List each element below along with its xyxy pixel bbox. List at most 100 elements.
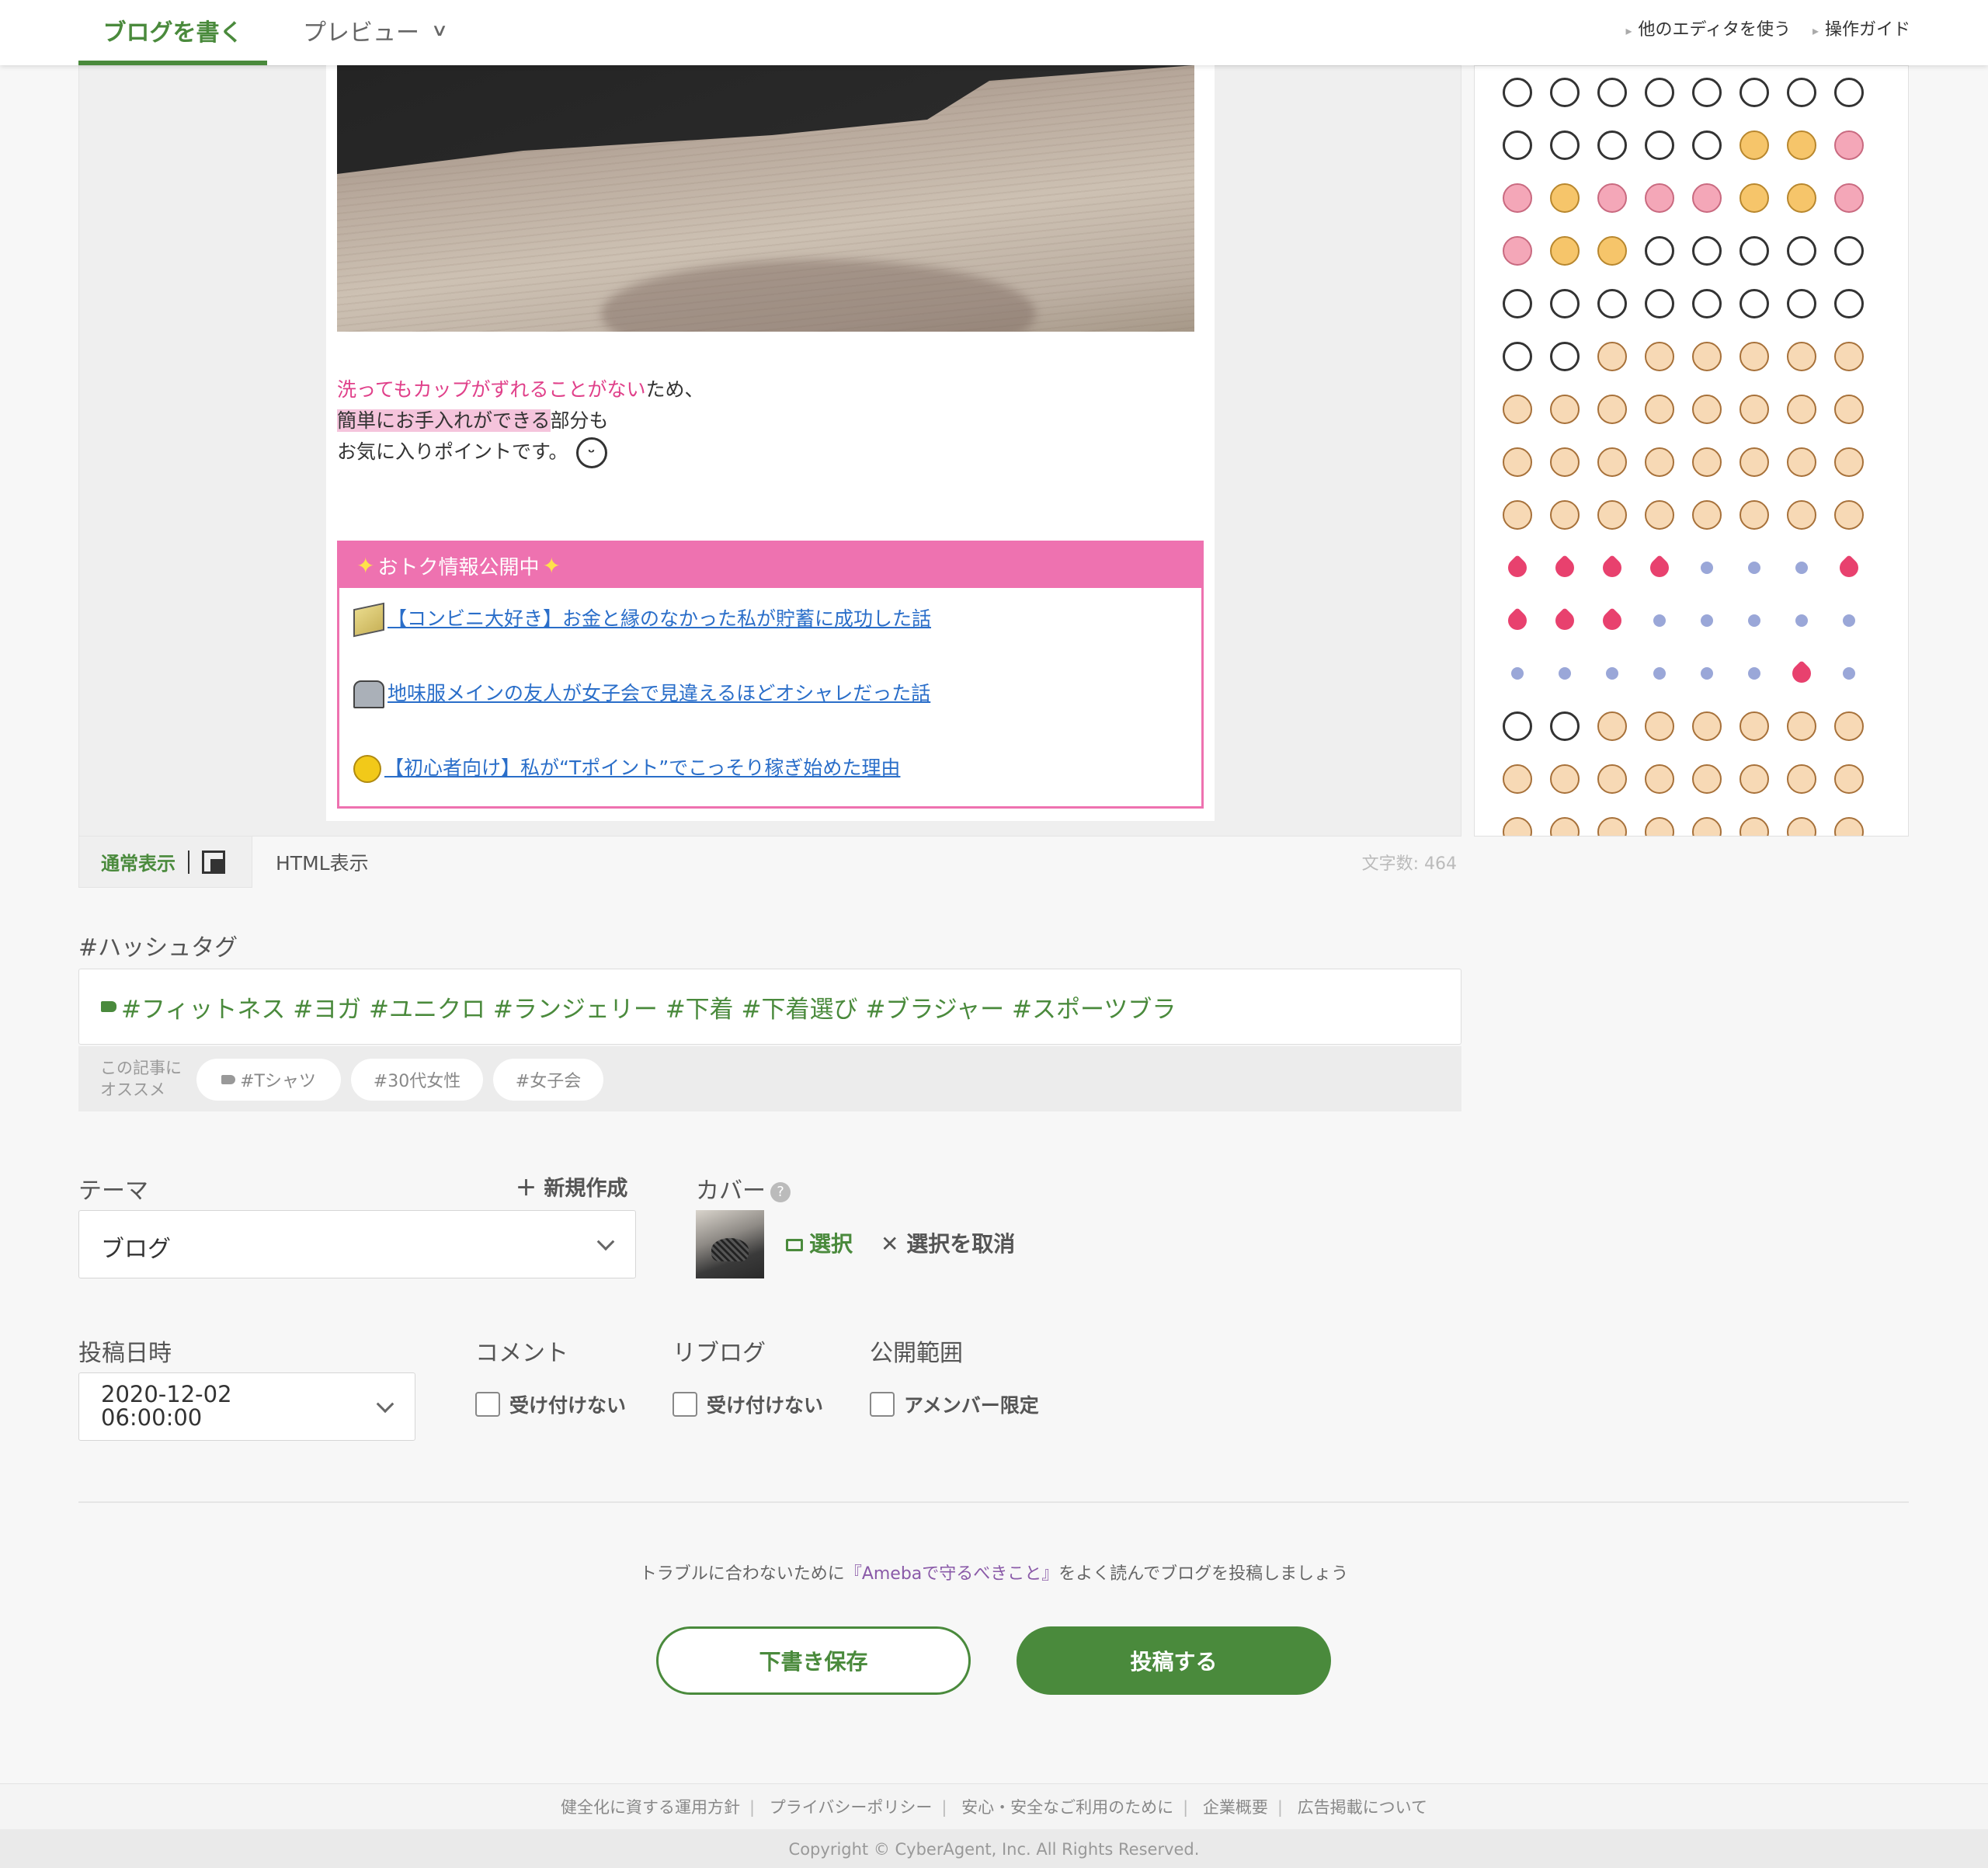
emoji-option-icon[interactable]: [1683, 436, 1730, 489]
emoji-option-icon[interactable]: [1825, 594, 1872, 647]
emoji-option-icon[interactable]: [1730, 594, 1778, 647]
emoji-option-icon[interactable]: [1683, 805, 1730, 836]
emoji-option-icon[interactable]: [1493, 224, 1541, 277]
emoji-option-icon[interactable]: [1635, 224, 1683, 277]
promo-link-1[interactable]: 【コンビニ大好き】お金と縁のなかった私が貯蓄に成功した話: [353, 602, 931, 638]
emoji-option-icon[interactable]: [1778, 119, 1825, 172]
emoji-option-icon[interactable]: [1778, 541, 1825, 594]
emoji-option-icon[interactable]: [1493, 66, 1541, 119]
other-editor-link[interactable]: 他のエディタを使う: [1625, 16, 1790, 40]
emoji-option-icon[interactable]: [1588, 172, 1635, 224]
emoji-option-icon[interactable]: [1683, 594, 1730, 647]
promo-link-2[interactable]: 地味服メインの友人が女子会で見違えるほどオシャレだった話: [353, 678, 930, 708]
emoji-option-icon[interactable]: [1778, 66, 1825, 119]
emoji-option-icon[interactable]: [1588, 383, 1635, 436]
footer-link[interactable]: 企業概要: [1203, 1798, 1268, 1817]
emoji-option-icon[interactable]: [1588, 224, 1635, 277]
emoji-option-icon[interactable]: [1825, 700, 1872, 753]
emoji-option-icon[interactable]: [1588, 277, 1635, 330]
toggle-view-icon[interactable]: [202, 850, 225, 874]
emoji-option-icon[interactable]: [1541, 753, 1588, 805]
emoji-option-icon[interactable]: [1493, 172, 1541, 224]
footer-link[interactable]: 広告掲載について: [1298, 1798, 1427, 1817]
emoji-option-icon[interactable]: [1493, 383, 1541, 436]
emoji-option-icon[interactable]: [1730, 753, 1778, 805]
footer-link[interactable]: 安心・安全なご利用のために: [961, 1798, 1173, 1817]
emoji-option-icon[interactable]: [1588, 330, 1635, 383]
emoji-option-icon[interactable]: [1825, 172, 1872, 224]
emoji-option-icon[interactable]: [1825, 224, 1872, 277]
article-photo[interactable]: [337, 65, 1194, 332]
emoji-option-icon[interactable]: [1683, 541, 1730, 594]
emoji-option-icon[interactable]: [1825, 330, 1872, 383]
save-draft-button[interactable]: 下書き保存: [656, 1626, 971, 1695]
post-button[interactable]: 投稿する: [1017, 1626, 1331, 1695]
emoji-option-icon[interactable]: [1541, 66, 1588, 119]
emoji-option-icon[interactable]: [1778, 172, 1825, 224]
emoji-option-icon[interactable]: [1493, 805, 1541, 836]
emoji-option-icon[interactable]: [1778, 753, 1825, 805]
emoji-option-icon[interactable]: [1588, 647, 1635, 700]
tab-preview[interactable]: プレビュー ∨: [303, 0, 448, 61]
emoji-option-icon[interactable]: [1588, 700, 1635, 753]
emoji-option-icon[interactable]: [1825, 66, 1872, 119]
emoji-option-icon[interactable]: [1493, 489, 1541, 541]
mode-normal-tab[interactable]: 通常表示: [78, 837, 252, 888]
emoji-option-icon[interactable]: [1635, 66, 1683, 119]
emoji-option-icon[interactable]: [1635, 753, 1683, 805]
emoji-option-icon[interactable]: [1635, 383, 1683, 436]
emoji-option-icon[interactable]: [1541, 436, 1588, 489]
emoji-option-icon[interactable]: [1730, 805, 1778, 836]
emoji-option-icon[interactable]: [1588, 436, 1635, 489]
emoji-option-icon[interactable]: [1588, 119, 1635, 172]
footer-link[interactable]: プライバシーポリシー: [770, 1798, 933, 1817]
emoji-option-icon[interactable]: [1493, 541, 1541, 594]
emoji-option-icon[interactable]: [1541, 383, 1588, 436]
emoji-option-icon[interactable]: [1493, 119, 1541, 172]
emoji-option-icon[interactable]: [1588, 541, 1635, 594]
emoji-option-icon[interactable]: [1493, 594, 1541, 647]
mode-html-tab[interactable]: HTML表示: [276, 837, 369, 888]
emoji-option-icon[interactable]: [1730, 489, 1778, 541]
emoji-option-icon[interactable]: [1541, 172, 1588, 224]
theme-select[interactable]: ブログ: [78, 1210, 636, 1278]
emoji-option-icon[interactable]: [1588, 805, 1635, 836]
emoji-option-icon[interactable]: [1541, 277, 1588, 330]
guide-link[interactable]: 操作ガイド: [1812, 16, 1910, 40]
emoji-option-icon[interactable]: [1825, 753, 1872, 805]
emoji-option-icon[interactable]: [1541, 224, 1588, 277]
emoji-option-icon[interactable]: [1588, 753, 1635, 805]
emoji-option-icon[interactable]: [1730, 383, 1778, 436]
emoji-option-icon[interactable]: [1635, 489, 1683, 541]
emoji-option-icon[interactable]: [1493, 277, 1541, 330]
rules-link[interactable]: 『Amebaで守るべきこと』: [845, 1564, 1058, 1584]
emoji-option-icon[interactable]: [1635, 119, 1683, 172]
emoji-option-icon[interactable]: [1493, 436, 1541, 489]
emoji-option-icon[interactable]: [1778, 330, 1825, 383]
emoji-option-icon[interactable]: [1635, 541, 1683, 594]
emoji-option-icon[interactable]: [1635, 594, 1683, 647]
emoji-option-icon[interactable]: [1683, 119, 1730, 172]
emoji-option-icon[interactable]: [1541, 700, 1588, 753]
emoji-option-icon[interactable]: [1635, 172, 1683, 224]
emoji-option-icon[interactable]: [1635, 330, 1683, 383]
emoji-option-icon[interactable]: [1588, 66, 1635, 119]
emoji-option-icon[interactable]: [1493, 753, 1541, 805]
emoji-option-icon[interactable]: [1825, 489, 1872, 541]
emoji-option-icon[interactable]: [1778, 224, 1825, 277]
emoji-option-icon[interactable]: [1635, 700, 1683, 753]
text-line-1[interactable]: 洗ってもカップがずれることがないため、: [337, 374, 704, 402]
reblog-checkbox[interactable]: [673, 1392, 697, 1417]
emoji-option-icon[interactable]: [1541, 489, 1588, 541]
emoji-option-icon[interactable]: [1635, 436, 1683, 489]
emoji-option-icon[interactable]: [1778, 277, 1825, 330]
emoji-option-icon[interactable]: [1825, 647, 1872, 700]
emoji-option-icon[interactable]: [1730, 541, 1778, 594]
emoji-option-icon[interactable]: [1683, 330, 1730, 383]
emoji-option-icon[interactable]: [1825, 277, 1872, 330]
footer-link[interactable]: 健全化に資する運用方針: [561, 1798, 740, 1817]
suggest-chip[interactable]: #30代女性: [351, 1059, 483, 1101]
emoji-option-icon[interactable]: [1683, 489, 1730, 541]
emoji-option-icon[interactable]: [1683, 647, 1730, 700]
emoji-option-icon[interactable]: [1778, 383, 1825, 436]
